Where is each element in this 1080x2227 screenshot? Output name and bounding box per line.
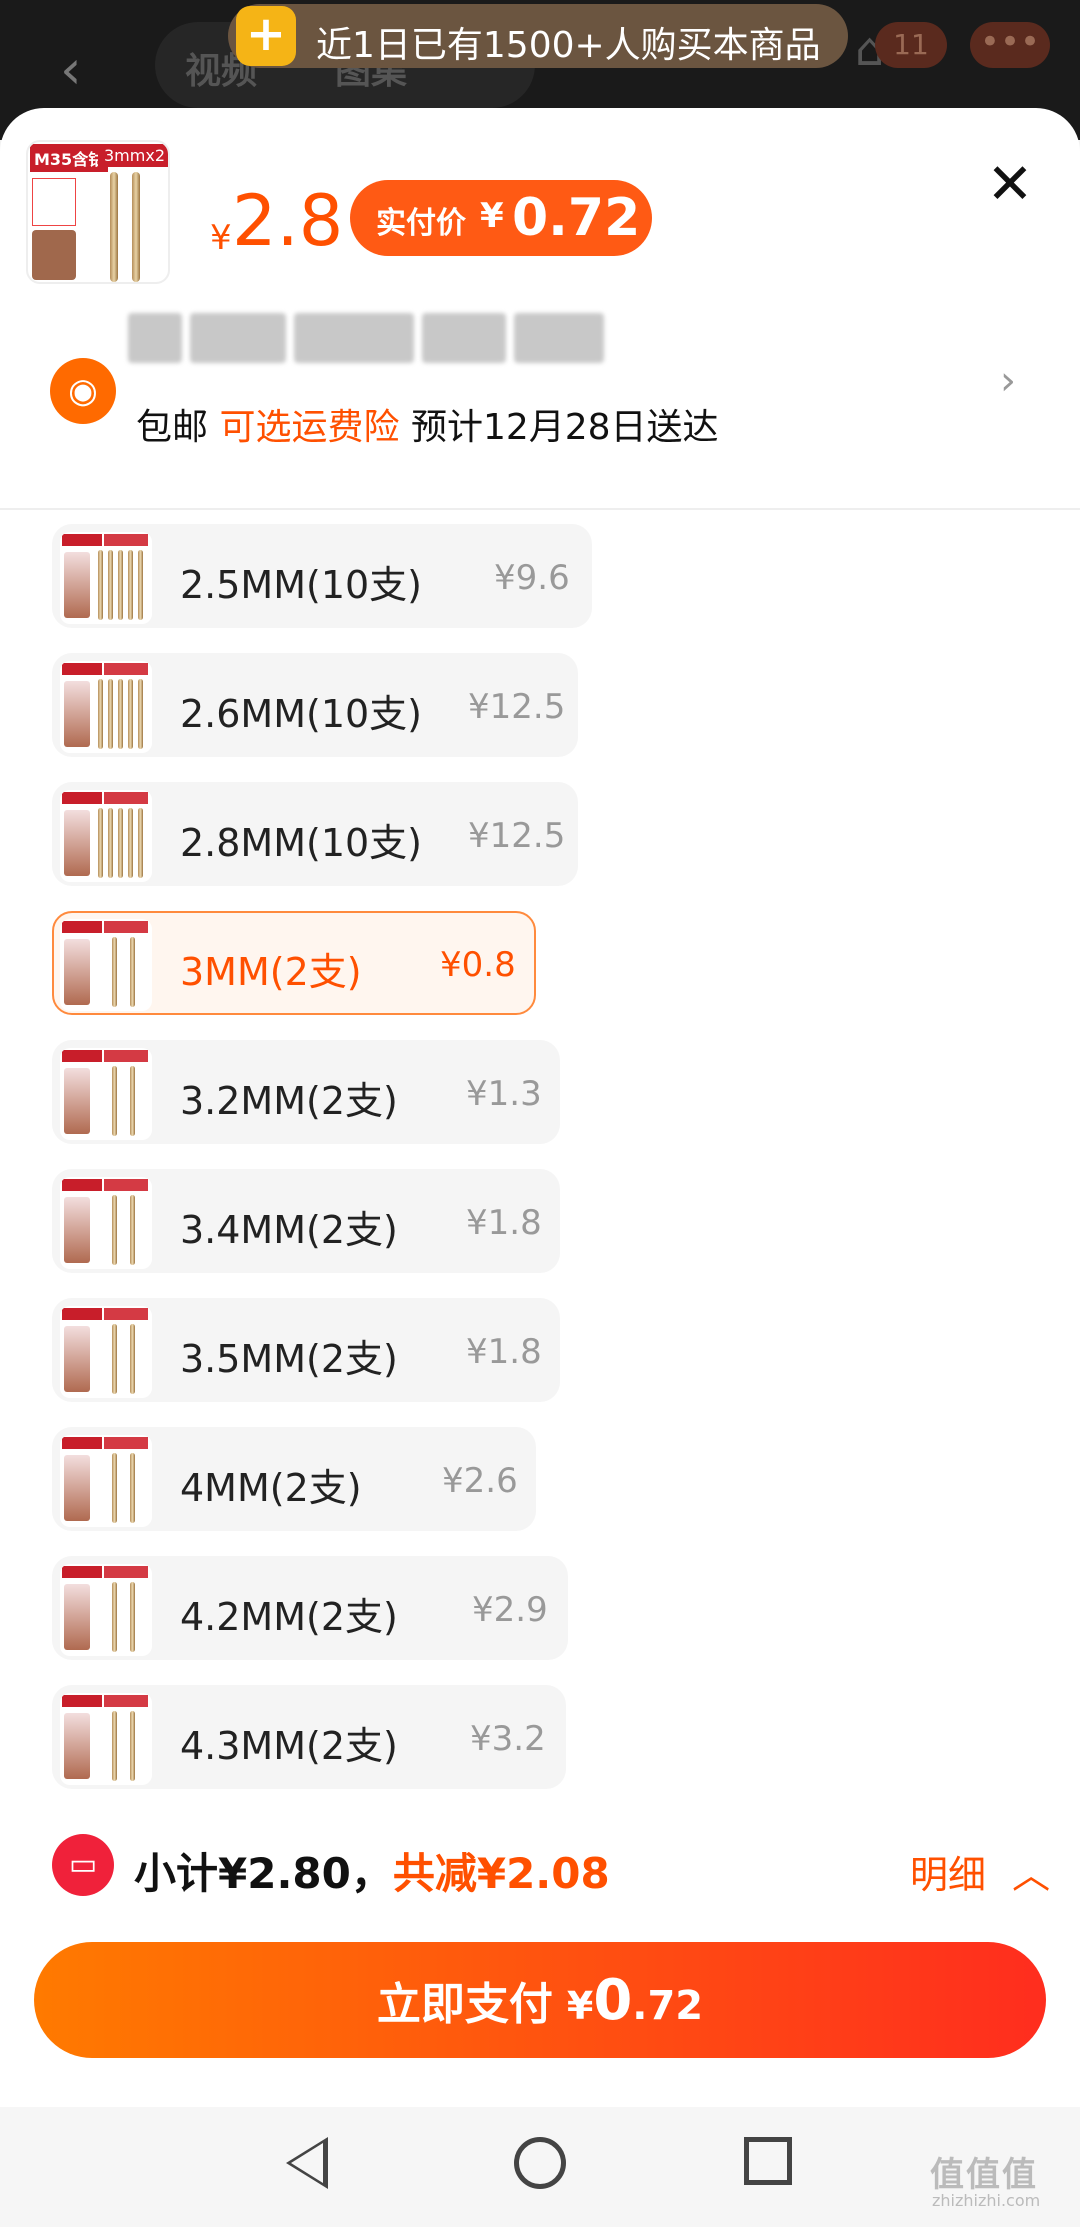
sku-price: ¥12.5 bbox=[468, 816, 566, 856]
watermark-logo: 值值值 bbox=[930, 2155, 1038, 2195]
plus-bag-icon: + bbox=[236, 6, 296, 66]
sku-price: ¥2.9 bbox=[472, 1590, 548, 1630]
sku-price: ¥12.5 bbox=[468, 687, 566, 727]
subtotal-text: 小计¥2.80，共减¥2.08 bbox=[134, 1840, 610, 1901]
notification-text: 近1日已有1500+人购买本商品 bbox=[316, 25, 821, 66]
sku-thumbnail bbox=[60, 1177, 152, 1269]
sku-label: 2.6MM(10支) bbox=[180, 692, 423, 736]
sku-thumbnail bbox=[60, 790, 152, 882]
real-price-badge: 实付价 ¥ 0.72 bbox=[350, 180, 652, 256]
pay-amount-dec: .72 bbox=[632, 1983, 704, 2029]
pay-amount-int: 0 bbox=[593, 1968, 633, 2033]
product-thumbnail[interactable]: M35含钴 3mmx2 bbox=[26, 140, 170, 284]
sku-label: 4.2MM(2支) bbox=[180, 1595, 398, 1639]
pay-now-button[interactable]: 立即支付 ¥0.72 bbox=[34, 1942, 1046, 2058]
thumb-tag-material: M35含钴 bbox=[30, 144, 109, 172]
sku-label: 3.4MM(2支) bbox=[180, 1208, 398, 1252]
cart-count-badge: 11 bbox=[875, 22, 947, 68]
sku-thumbnail bbox=[60, 1564, 152, 1656]
sku-price: ¥1.3 bbox=[466, 1074, 542, 1114]
thumb-photo bbox=[32, 230, 76, 280]
sku-thumbnail bbox=[60, 919, 152, 1011]
product-price: 2.8 bbox=[232, 180, 344, 262]
nav-recent-icon[interactable] bbox=[744, 2137, 792, 2185]
sku-label: 4.3MM(2支) bbox=[180, 1724, 398, 1768]
sku-thumbnail bbox=[60, 661, 152, 753]
sku-thumbnail bbox=[60, 1306, 152, 1398]
more-icon: ••• bbox=[970, 22, 1050, 68]
sku-option[interactable]: 2.5MM(10支) ¥9.6 bbox=[52, 524, 592, 628]
close-icon[interactable]: ✕ bbox=[985, 157, 1035, 213]
sku-list[interactable]: 2.5MM(10支) ¥9.6 2.6MM(10支) ¥12.5 2.8MM(10支) ¥… bbox=[18, 510, 1062, 1908]
thumb-badges bbox=[32, 178, 76, 226]
screen: { "notification": { "text": "近1日已有1500+人… bbox=[0, 0, 1080, 2227]
detail-label: 明细 bbox=[910, 1853, 987, 1897]
sku-thumbnail bbox=[60, 532, 152, 624]
nav-home-icon[interactable] bbox=[514, 2137, 566, 2189]
location-icon: ◉ bbox=[50, 358, 116, 424]
real-price-currency: ¥ bbox=[480, 196, 504, 236]
delivery-eta: 预计12月28日送达 bbox=[410, 407, 719, 448]
sku-option[interactable]: 2.6MM(10支) ¥12.5 bbox=[52, 653, 578, 757]
sku-option[interactable]: 2.8MM(10支) ¥12.5 bbox=[52, 782, 578, 886]
sku-option[interactable]: 3.5MM(2支) ¥1.8 bbox=[52, 1298, 560, 1402]
drill-bit-image bbox=[132, 172, 140, 282]
sku-price: ¥1.8 bbox=[466, 1332, 542, 1372]
coupon-icon: ▭ bbox=[52, 1834, 114, 1896]
address-redacted[interactable] bbox=[128, 313, 612, 369]
purchase-notification: + 近1日已有1500+人购买本商品 bbox=[228, 4, 848, 68]
shipping-info[interactable]: 包邮 可选运费险 预计12月28日送达 bbox=[136, 398, 719, 450]
discount-amount: 共减¥2.08 bbox=[392, 1849, 610, 1898]
price-currency: ¥ bbox=[210, 218, 232, 258]
sku-option[interactable]: 4MM(2支) ¥2.6 bbox=[52, 1427, 536, 1531]
watermark-url: zhizhizhi.com bbox=[932, 2191, 1041, 2210]
sku-thumbnail bbox=[60, 1693, 152, 1785]
back-icon: ‹ bbox=[60, 38, 82, 101]
sku-label: 2.5MM(10支) bbox=[180, 563, 423, 607]
sku-price: ¥2.6 bbox=[442, 1461, 518, 1501]
sku-option[interactable]: 4.3MM(2支) ¥3.2 bbox=[52, 1685, 566, 1789]
detail-toggle[interactable]: 明细 ︿ bbox=[910, 1844, 1050, 1899]
shipping-insurance-link[interactable]: 可选运费险 bbox=[219, 407, 399, 448]
sku-price: ¥0.8 bbox=[440, 945, 516, 985]
sku-thumbnail bbox=[60, 1435, 152, 1527]
system-nav-bar: 值值值 zhizhizhi.com bbox=[0, 2107, 1080, 2227]
pay-label: 立即支付 bbox=[376, 1979, 553, 2030]
sku-label: 4MM(2支) bbox=[180, 1466, 362, 1510]
free-shipping-text: 包邮 bbox=[136, 407, 209, 448]
sku-label: 2.8MM(10支) bbox=[180, 821, 423, 865]
sku-option[interactable]: 3MM(2支) ¥0.8 bbox=[52, 911, 536, 1015]
chevron-up-icon: ︿ bbox=[1012, 1853, 1051, 1897]
sku-option[interactable]: 3.2MM(2支) ¥1.3 bbox=[52, 1040, 560, 1144]
sku-label: 3.5MM(2支) bbox=[180, 1337, 398, 1381]
subtotal-amount: 小计¥2.80， bbox=[134, 1849, 393, 1898]
nav-back-icon[interactable] bbox=[286, 2137, 328, 2189]
sku-option[interactable]: 4.2MM(2支) ¥2.9 bbox=[52, 1556, 568, 1660]
thumb-tag-size: 3mmx2 bbox=[98, 144, 168, 167]
sku-price: ¥1.8 bbox=[466, 1203, 542, 1243]
real-price-label: 实付价 bbox=[376, 206, 466, 241]
pay-currency: ¥ bbox=[566, 1984, 594, 2028]
sku-selection-sheet: M35含钴 3mmx2 ¥ 2.8 实付价 ¥ 0.72 ✕ ◉ 包邮 可选运费… bbox=[0, 108, 1080, 2227]
sku-price: ¥3.2 bbox=[470, 1719, 546, 1759]
sku-label: 3MM(2支) bbox=[180, 950, 362, 994]
sku-price: ¥9.6 bbox=[494, 558, 570, 598]
sku-thumbnail bbox=[60, 1048, 152, 1140]
sku-option[interactable]: 3.4MM(2支) ¥1.8 bbox=[52, 1169, 560, 1273]
drill-bit-image bbox=[110, 172, 118, 282]
chevron-right-icon[interactable]: › bbox=[1000, 358, 1016, 404]
sku-label: 3.2MM(2支) bbox=[180, 1079, 398, 1123]
real-price-value: 0.72 bbox=[512, 188, 641, 248]
